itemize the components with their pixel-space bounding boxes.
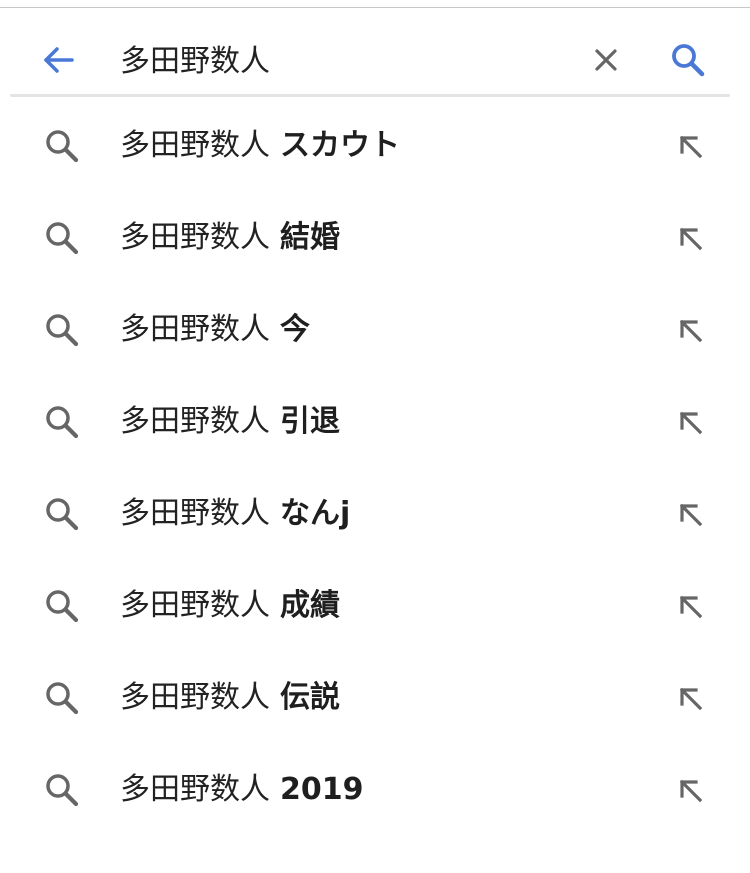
suggestion-item[interactable]: 多田野数人 2019: [0, 744, 750, 836]
suggestion-query-part: 多田野数人: [120, 404, 270, 439]
suggestion-query-part: 多田野数人: [120, 496, 270, 531]
search-icon: [46, 590, 79, 623]
suggestion-item[interactable]: 多田野数人 伝説: [0, 652, 750, 744]
search-bar: 多田野数人: [0, 8, 750, 96]
suggestion-completion: 伝説: [280, 680, 340, 715]
arrow-up-left-icon[interactable]: [670, 586, 710, 626]
suggestion-item[interactable]: 多田野数人 スカウト: [0, 100, 750, 192]
close-icon: [595, 49, 617, 71]
arrow-back-icon: [44, 47, 74, 73]
search-bar-divider: [10, 94, 730, 97]
search-icon: [46, 130, 79, 163]
suggestion-text: 多田野数人 引退: [120, 400, 340, 444]
suggestion-completion: 引退: [280, 404, 340, 439]
search-icon: [46, 774, 79, 807]
suggestion-text: 多田野数人 なんj: [120, 492, 350, 536]
suggestion-item[interactable]: 多田野数人 引退: [0, 376, 750, 468]
arrow-up-left-icon[interactable]: [670, 494, 710, 534]
suggestion-query-part: 多田野数人: [120, 220, 270, 255]
suggestion-text: 多田野数人 2019: [120, 768, 364, 812]
suggestion-query-part: 多田野数人: [120, 680, 270, 715]
search-icon: [46, 314, 79, 347]
clear-button[interactable]: [580, 34, 632, 86]
arrow-up-left-icon[interactable]: [670, 310, 710, 350]
suggestion-completion: 2019: [280, 772, 364, 807]
suggestion-text: 多田野数人今: [120, 308, 310, 352]
suggestion-item[interactable]: 多田野数人 なんj: [0, 468, 750, 560]
back-button[interactable]: [32, 34, 84, 86]
arrow-up-left-icon[interactable]: [670, 770, 710, 810]
suggestion-completion: 結婚: [280, 220, 340, 255]
suggestion-query-part: 多田野数人: [120, 312, 270, 347]
search-icon: [46, 406, 79, 439]
suggestion-text: 多田野数人 結婚: [120, 216, 340, 260]
search-icon: [46, 222, 79, 255]
search-icon: [46, 498, 79, 531]
suggestion-text: 多田野数人 成績: [120, 584, 340, 628]
search-button[interactable]: [662, 34, 714, 86]
search-icon: [672, 44, 705, 77]
suggestion-text: 多田野数人 伝説: [120, 676, 340, 720]
arrow-up-left-icon[interactable]: [670, 402, 710, 442]
suggestion-item[interactable]: 多田野数人今: [0, 284, 750, 376]
suggestion-completion: スカウト: [280, 128, 400, 163]
suggestion-query-part: 多田野数人: [120, 588, 270, 623]
suggestion-completion: 今: [280, 312, 310, 347]
arrow-up-left-icon[interactable]: [670, 678, 710, 718]
suggestion-completion: なんj: [280, 496, 351, 531]
suggestion-query-part: 多田野数人: [120, 772, 270, 807]
search-input[interactable]: 多田野数人: [120, 40, 270, 84]
suggestion-list: 多田野数人 スカウト 多田野数人 結婚 多田野数人 今 多田野数人 引退 多田野…: [0, 100, 750, 836]
top-edge: [0, 0, 750, 8]
suggestion-item[interactable]: 多田野数人 結婚: [0, 192, 750, 284]
suggestion-completion: 成績: [280, 588, 340, 623]
search-suggestions-screen: 多田野数人 多田野数人 スカウト 多田野数人 結婚 多田野数人 今 多田野数人 …: [0, 0, 750, 873]
suggestion-query-part: 多田野数人: [120, 128, 270, 163]
arrow-up-left-icon[interactable]: [670, 218, 710, 258]
arrow-up-left-icon[interactable]: [670, 126, 710, 166]
search-icon: [46, 682, 79, 715]
suggestion-text: 多田野数人 スカウト: [120, 124, 400, 168]
suggestion-item[interactable]: 多田野数人 成績: [0, 560, 750, 652]
